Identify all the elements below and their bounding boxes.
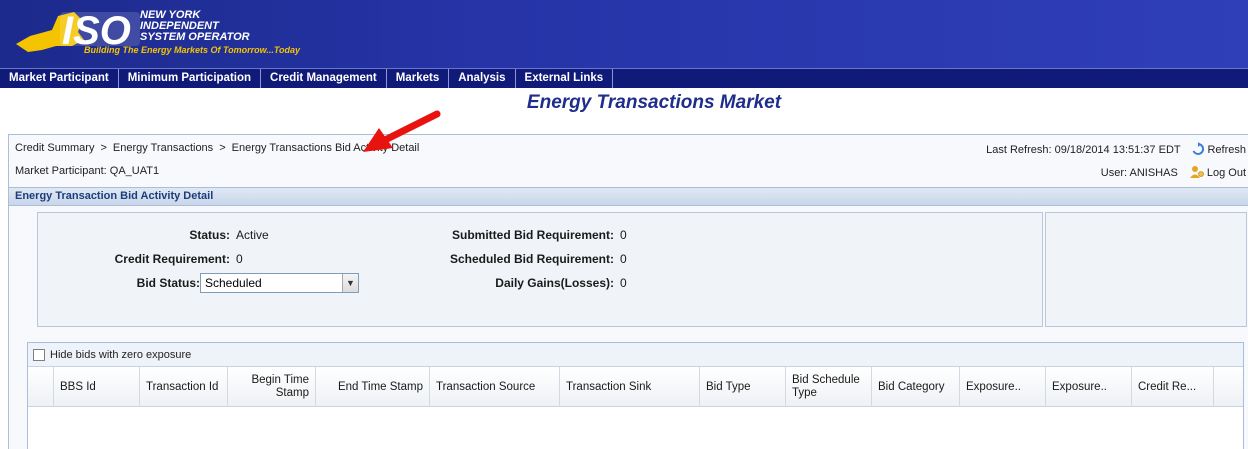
refresh-button[interactable]: Refresh [1207, 144, 1246, 156]
menu-external-links[interactable]: External Links [516, 69, 614, 88]
column-header-row-marker [28, 367, 54, 407]
column-header-bid-category[interactable]: Bid Category [872, 367, 960, 407]
chevron-down-icon[interactable]: ▼ [342, 274, 358, 292]
hide-zero-exposure-label[interactable]: Hide bids with zero exposure [50, 349, 191, 361]
logo-tagline: Building The Energy Markets Of Tomorrow.… [84, 45, 301, 55]
menu-credit-management[interactable]: Credit Management [261, 69, 387, 88]
column-header-bid-type[interactable]: Bid Type [700, 367, 786, 407]
column-header-begin-time-stamp[interactable]: Begin Time Stamp [228, 367, 316, 407]
status-label: Status: [189, 228, 230, 242]
submitted-bid-requirement-label: Submitted Bid Requirement: [451, 228, 614, 242]
column-header-bid-schedule-type[interactable]: Bid Schedule Type [786, 367, 872, 407]
breadcrumb-credit-summary[interactable]: Credit Summary [15, 142, 94, 154]
svg-text:SYSTEM OPERATOR: SYSTEM OPERATOR [140, 31, 250, 43]
menu-markets[interactable]: Markets [387, 69, 450, 88]
logout-icon[interactable] [1189, 165, 1205, 179]
column-header-exposure-2[interactable]: Exposure.. [1046, 367, 1132, 407]
column-header-transaction-id[interactable]: Transaction Id [140, 367, 228, 407]
main-menu: Market Participant Minimum Participation… [0, 68, 1248, 88]
refresh-icon[interactable] [1191, 142, 1205, 156]
page-title: Energy Transactions Market [526, 92, 782, 113]
bid-status-label: Bid Status: [136, 276, 200, 290]
menu-minimum-participation[interactable]: Minimum Participation [119, 69, 262, 88]
breadcrumb-separator: > [100, 142, 107, 154]
column-header-exposure-1[interactable]: Exposure.. [960, 367, 1046, 407]
scheduled-bid-requirement-label: Scheduled Bid Requirement: [449, 252, 614, 266]
section-title: Energy Transaction Bid Activity Detail [15, 190, 214, 202]
column-header-bbs-id[interactable]: BBS Id [54, 367, 140, 407]
grid-toolbar: Hide bids with zero exposure [28, 343, 1243, 367]
breadcrumb-separator: > [219, 142, 226, 154]
logout-button[interactable]: Log Out [1207, 167, 1246, 179]
scheduled-bid-requirement-value: 0 [620, 252, 627, 266]
status-value: Active [236, 228, 269, 242]
hide-zero-exposure-checkbox[interactable] [33, 349, 45, 361]
user-area: User: ANISHAS Log Out [1101, 165, 1246, 179]
bid-status-select[interactable]: Scheduled ▼ [200, 273, 359, 293]
menu-market-participant[interactable]: Market Participant [0, 69, 119, 88]
submitted-bid-requirement-value: 0 [620, 228, 627, 242]
credit-requirement-label: Credit Requirement: [114, 252, 230, 266]
breadcrumb-energy-transactions[interactable]: Energy Transactions [113, 142, 213, 154]
app-window: ISO NEW YORK INDEPENDENT SYSTEM OPERATOR… [0, 0, 1248, 449]
menu-analysis[interactable]: Analysis [449, 69, 516, 88]
summary-side-box [1045, 212, 1247, 327]
user-label: User: ANISHAS [1100, 167, 1178, 179]
refresh-area: Last Refresh: 09/18/2014 13:51:37 EDT Re… [986, 142, 1246, 156]
column-header-transaction-source[interactable]: Transaction Source [430, 367, 560, 407]
daily-gains-value: 0 [620, 276, 627, 290]
column-header-transaction-sink[interactable]: Transaction Sink [560, 367, 700, 407]
summary-box: Status: Active Credit Requirement: 0 Bid… [37, 212, 1043, 327]
column-header-end-time-stamp[interactable]: End Time Stamp [316, 367, 430, 407]
bids-grid: Hide bids with zero exposure BBS Id Tran… [27, 342, 1244, 449]
market-participant-label: Market Participant: QA_UAT1 [15, 165, 160, 177]
last-refresh-text: Last Refresh: 09/18/2014 13:51:37 EDT [986, 144, 1181, 156]
grid-header: BBS Id Transaction Id Begin Time Stamp E… [28, 367, 1243, 407]
bid-status-value: Scheduled [205, 276, 262, 290]
header-banner: ISO NEW YORK INDEPENDENT SYSTEM OPERATOR… [0, 0, 1248, 68]
credit-requirement-value: 0 [236, 252, 243, 266]
annotation-arrow-icon [363, 110, 441, 152]
daily-gains-label: Daily Gains(Losses): [495, 276, 614, 290]
column-header-credit-requirement[interactable]: Credit Re... [1132, 367, 1214, 407]
